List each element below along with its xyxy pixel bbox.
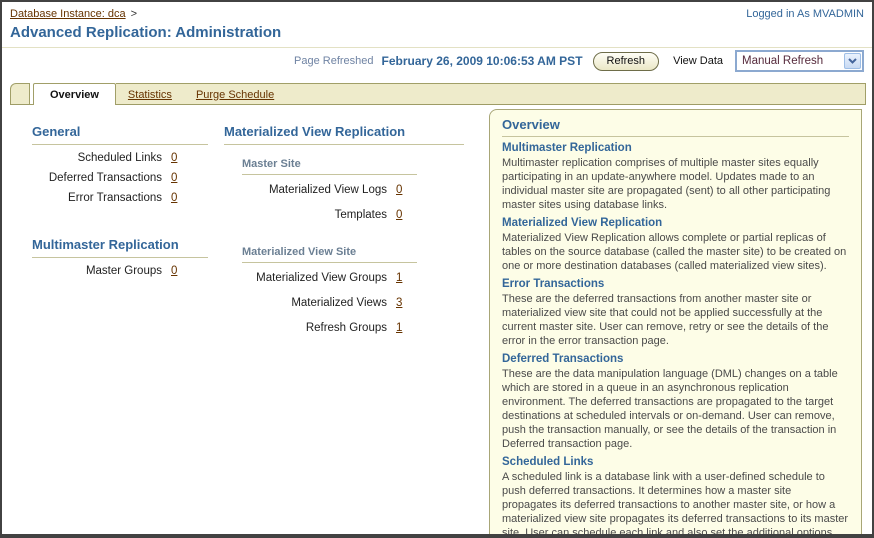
tabbar-bottom-rule bbox=[10, 104, 866, 105]
deferred-transactions-count-link[interactable]: 0 bbox=[171, 172, 177, 184]
stat-label: Master Groups bbox=[32, 265, 162, 277]
multimaster-heading: Multimaster Replication bbox=[32, 237, 208, 258]
stat-label: Templates bbox=[242, 209, 387, 221]
materialized-views-count-link[interactable]: 3 bbox=[396, 297, 402, 309]
page-refreshed-timestamp: February 26, 2009 10:06:53 AM PST bbox=[382, 54, 583, 68]
breadcrumb: Database Instance: dca > bbox=[10, 8, 137, 20]
refresh-button[interactable]: Refresh bbox=[593, 52, 660, 71]
stat-row-refresh-groups: Refresh Groups 1 bbox=[242, 322, 417, 347]
stat-row-scheduled-links: Scheduled Links 0 bbox=[32, 152, 208, 172]
general-section: General Scheduled Links 0 Deferred Trans… bbox=[32, 124, 208, 285]
overview-panel-title: Overview bbox=[502, 117, 849, 137]
breadcrumb-separator: > bbox=[131, 8, 137, 20]
mv-groups-count-link[interactable]: 1 bbox=[396, 272, 402, 284]
stat-label: Materialized View Groups bbox=[242, 272, 387, 284]
help-body: Multimaster replication comprises of mul… bbox=[502, 156, 849, 212]
view-data-selected-value: Manual Refresh bbox=[737, 55, 844, 67]
stat-row-master-groups: Master Groups 0 bbox=[32, 265, 208, 285]
refresh-groups-count-link[interactable]: 1 bbox=[396, 322, 402, 334]
overview-help-panel: Overview Multimaster Replication Multima… bbox=[489, 109, 862, 538]
help-heading: Deferred Transactions bbox=[502, 352, 849, 367]
help-section-mv-replication: Materialized View Replication Materializ… bbox=[502, 216, 849, 273]
mv-replication-section: Materialized View Replication Master Sit… bbox=[224, 124, 464, 347]
help-body: These are the data manipulation language… bbox=[502, 367, 849, 451]
master-site-heading: Master Site bbox=[242, 158, 417, 175]
multimaster-rows: Master Groups 0 bbox=[32, 265, 208, 285]
tab-statistics[interactable]: Statistics bbox=[128, 89, 172, 101]
stat-row-templates: Templates 0 bbox=[242, 209, 417, 234]
logged-in-status: Logged in As MVADMIN bbox=[746, 8, 864, 20]
tabbar-left-cap bbox=[10, 83, 30, 105]
stat-row-deferred-transactions: Deferred Transactions 0 bbox=[32, 172, 208, 192]
scheduled-links-count-link[interactable]: 0 bbox=[171, 152, 177, 164]
page-refreshed-label: Page Refreshed bbox=[294, 55, 374, 67]
view-data-select[interactable]: Manual Refresh bbox=[735, 50, 864, 72]
tabbar-inactive-area: Statistics Purge Schedule bbox=[116, 83, 866, 105]
view-data-label: View Data bbox=[673, 55, 723, 67]
tab-purge-schedule[interactable]: Purge Schedule bbox=[196, 89, 274, 101]
stat-label: Materialized View Logs bbox=[242, 184, 387, 196]
general-rows: Scheduled Links 0 Deferred Transactions … bbox=[32, 152, 208, 212]
breadcrumb-link-database-instance[interactable]: Database Instance: dca bbox=[10, 8, 126, 20]
mv-site-rows: Materialized View Groups 1 Materialized … bbox=[242, 272, 417, 347]
stat-row-materialized-views: Materialized Views 3 bbox=[242, 297, 417, 322]
help-section-scheduled-links: Scheduled Links A scheduled link is a da… bbox=[502, 455, 849, 538]
stat-row-mv-groups: Materialized View Groups 1 bbox=[242, 272, 417, 297]
help-heading: Multimaster Replication bbox=[502, 141, 849, 156]
help-section-error-transactions: Error Transactions These are the deferre… bbox=[502, 277, 849, 348]
stat-row-error-transactions: Error Transactions 0 bbox=[32, 192, 208, 212]
title-divider bbox=[2, 47, 872, 48]
stat-label: Deferred Transactions bbox=[32, 172, 162, 184]
help-section-deferred-transactions: Deferred Transactions These are the data… bbox=[502, 352, 849, 451]
master-site-rows: Materialized View Logs 0 Templates 0 bbox=[242, 184, 417, 234]
master-site-group: Master Site Materialized View Logs 0 Tem… bbox=[242, 158, 417, 347]
help-heading: Error Transactions bbox=[502, 277, 849, 292]
stat-label: Scheduled Links bbox=[32, 152, 162, 164]
stat-row-mv-logs: Materialized View Logs 0 bbox=[242, 184, 417, 209]
mv-replication-heading: Materialized View Replication bbox=[224, 124, 464, 145]
stat-label: Refresh Groups bbox=[242, 322, 387, 334]
mv-logs-count-link[interactable]: 0 bbox=[396, 184, 402, 196]
mv-site-heading: Materialized View Site bbox=[242, 246, 417, 263]
page-title: Advanced Replication: Administration bbox=[10, 24, 281, 41]
help-section-multimaster: Multimaster Replication Multimaster repl… bbox=[502, 141, 849, 212]
templates-count-link[interactable]: 0 bbox=[396, 209, 402, 221]
help-body: A scheduled link is a database link with… bbox=[502, 470, 849, 538]
master-groups-count-link[interactable]: 0 bbox=[171, 265, 177, 277]
stat-label: Error Transactions bbox=[32, 192, 162, 204]
chevron-down-icon[interactable] bbox=[844, 53, 861, 69]
tab-bar: Overview Statistics Purge Schedule bbox=[10, 83, 866, 105]
general-heading: General bbox=[32, 124, 208, 145]
app-window: Database Instance: dca > Logged in As MVA… bbox=[0, 0, 874, 538]
help-body: These are the deferred transactions from… bbox=[502, 292, 849, 348]
stat-label: Materialized Views bbox=[242, 297, 387, 309]
tab-overview[interactable]: Overview bbox=[33, 83, 116, 105]
refresh-row: Page Refreshed February 26, 2009 10:06:5… bbox=[294, 49, 864, 73]
help-body: Materialized View Replication allows com… bbox=[502, 231, 849, 273]
help-heading: Scheduled Links bbox=[502, 455, 849, 470]
error-transactions-count-link[interactable]: 0 bbox=[171, 192, 177, 204]
help-heading: Materialized View Replication bbox=[502, 216, 849, 231]
